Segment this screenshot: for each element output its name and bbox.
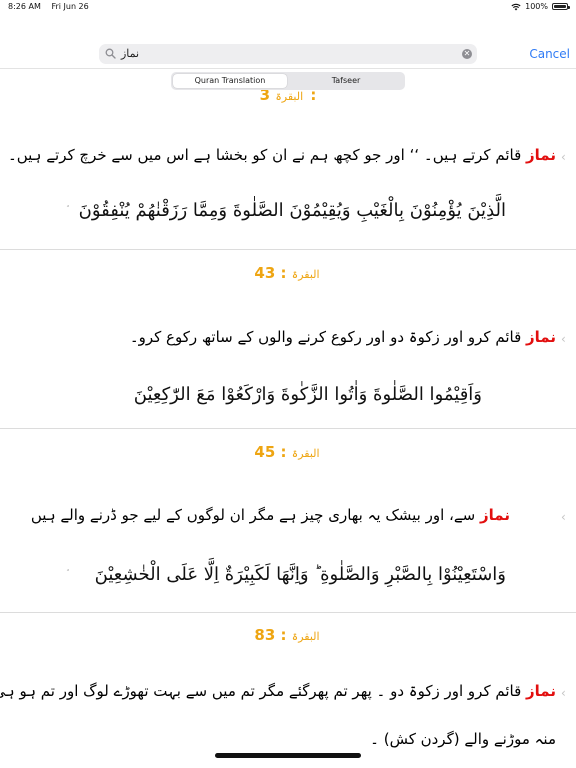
verse-reference: البقرۃ : 83 bbox=[254, 626, 320, 644]
status-bar: 8:26 AM Fri Jun 26 100% bbox=[0, 0, 576, 14]
translation-line[interactable]: نماز قائم کرتے ہیں۔ ‘‘ اور جو کچھ ہم نے … bbox=[8, 146, 556, 164]
battery-percent: 100% bbox=[525, 2, 548, 11]
ayah-number: 3 bbox=[259, 90, 271, 104]
search-query[interactable]: نماز bbox=[121, 47, 139, 60]
verse-reference: البقرۃ : 43 bbox=[254, 264, 320, 282]
translation-text: قائم کرو اور زکوۃ دو اور رکوع کرنے والوں… bbox=[129, 328, 522, 346]
translation-text: قائم کرو اور زکوۃ دو ۔ پھر تم پھرگئے مگر… bbox=[0, 682, 522, 700]
battery-icon bbox=[552, 3, 570, 10]
search-input[interactable]: نماز ✕ bbox=[99, 44, 477, 64]
verse-reference: البقرۃ : 45 bbox=[254, 443, 320, 461]
arabic-verse: وَاسْتَعِيْنُوْا بِالصَّبْرِ وَالصَّلٰوة… bbox=[94, 564, 506, 585]
chevron-icon[interactable]: ‹ bbox=[561, 150, 566, 164]
keyword-highlight: نماز bbox=[526, 146, 556, 164]
chevron-icon[interactable]: ‹ bbox=[561, 510, 566, 524]
cancel-button[interactable]: Cancel bbox=[529, 47, 570, 61]
search-icon bbox=[105, 48, 116, 59]
arabic-verse: الَّذِيْنَ يُؤْمِنُوْنَ بِالْغَيْبِ وَيُ… bbox=[78, 200, 506, 221]
ayah-number: 43 bbox=[254, 264, 276, 282]
surah-name: البقرۃ bbox=[291, 447, 320, 460]
home-indicator[interactable] bbox=[215, 753, 361, 758]
chevron-icon[interactable]: ‹ bbox=[561, 332, 566, 346]
status-time: 8:26 AM bbox=[8, 2, 41, 11]
tab-tafseer[interactable]: Tafseer bbox=[289, 74, 403, 88]
surah-name: البقرۃ bbox=[291, 268, 320, 281]
translation-line[interactable]: نماز قائم کرو اور زکوۃ دو ۔ پھر تم پھرگئ… bbox=[0, 682, 556, 700]
keyword-highlight: نماز bbox=[526, 328, 556, 346]
status-date: Fri Jun 26 bbox=[51, 2, 89, 11]
translation-line[interactable]: نماز قائم کرو اور زکوۃ دو اور رکوع کرنے … bbox=[130, 328, 556, 346]
translation-text: قائم کرتے ہیں۔ ‘‘ اور جو کچھ ہم نے ان کو… bbox=[7, 146, 522, 164]
tab-quran-translation[interactable]: Quran Translation bbox=[173, 74, 287, 88]
surah-name: البقرۃ bbox=[291, 630, 320, 643]
verse-reference: البقرۃ 3 : bbox=[0, 90, 576, 104]
translation-text: منہ موڑنے والے (گردن کش) ۔ bbox=[370, 730, 556, 748]
ayah-number: 45 bbox=[254, 443, 276, 461]
wifi-icon bbox=[511, 3, 521, 10]
surah-name: البقرۃ bbox=[275, 90, 304, 103]
result-divider bbox=[0, 612, 576, 613]
chevron-icon[interactable]: ‹ bbox=[561, 686, 566, 700]
result-divider bbox=[0, 428, 576, 429]
clear-search-icon[interactable]: ✕ bbox=[462, 49, 472, 59]
translation-line: منہ موڑنے والے (گردن کش) ۔ bbox=[370, 730, 556, 748]
header-divider bbox=[0, 68, 576, 69]
translation-line[interactable]: نماز سے، اور بیشک یہ بھاری چیز ہے مگر ان… bbox=[31, 506, 510, 524]
battery-level bbox=[554, 5, 566, 8]
arabic-verse: وَاَقِيْمُوا الصَّلٰوةَ وَاٰتُوا الزَّكٰ… bbox=[133, 384, 482, 405]
result-divider bbox=[0, 249, 576, 250]
keyword-highlight: نماز bbox=[526, 682, 556, 700]
translation-text: سے، اور بیشک یہ بھاری چیز ہے مگر ان لوگو… bbox=[30, 506, 476, 524]
ayah-number: 83 bbox=[254, 626, 276, 644]
segmented-control[interactable]: Quran Translation Tafseer bbox=[171, 72, 405, 90]
keyword-highlight: نماز bbox=[480, 506, 510, 524]
